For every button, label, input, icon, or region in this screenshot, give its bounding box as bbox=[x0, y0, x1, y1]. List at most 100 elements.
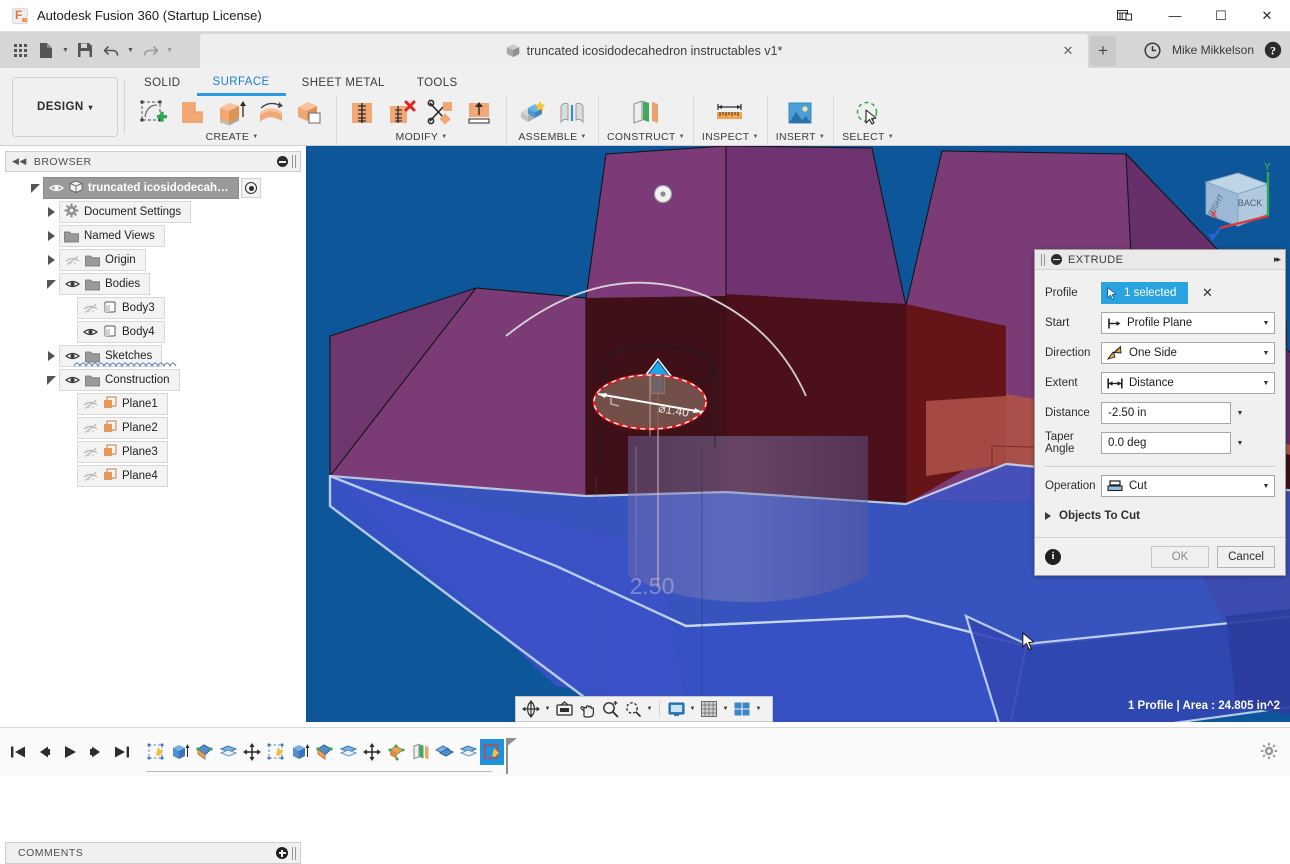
step-forward-button[interactable] bbox=[84, 739, 108, 765]
look-at-icon[interactable] bbox=[553, 698, 575, 720]
tree-item-construction[interactable]: Construction bbox=[59, 369, 180, 391]
undo-icon[interactable] bbox=[99, 37, 123, 63]
visibility-hidden-icon[interactable] bbox=[64, 253, 80, 267]
create-caret-icon[interactable]: ▼ bbox=[252, 134, 258, 140]
tree-item-body3[interactable]: Body3 bbox=[77, 297, 165, 319]
ribbon-tab-solid[interactable]: SOLID bbox=[128, 70, 197, 96]
undo-caret-icon[interactable]: ▼ bbox=[125, 37, 136, 63]
viewports-caret-icon[interactable]: ▼ bbox=[754, 698, 763, 720]
tree-row-body4[interactable]: Body4 bbox=[5, 320, 301, 344]
tree-row-construction[interactable]: Construction bbox=[5, 368, 301, 392]
ribbon-tab-sheet-metal[interactable]: SHEET METAL bbox=[286, 70, 401, 96]
timeline-feature-offset-3[interactable] bbox=[456, 739, 480, 765]
twisty-open-icon[interactable] bbox=[43, 368, 59, 392]
profile-clear-icon[interactable]: ✕ bbox=[1196, 282, 1218, 304]
tree-item-plane2[interactable]: Plane2 bbox=[77, 417, 168, 439]
inspect-caret-icon[interactable]: ▼ bbox=[752, 134, 758, 140]
tree-item-body4[interactable]: Body4 bbox=[77, 321, 165, 343]
view-cube[interactable]: BACK RIGHT X Y bbox=[1190, 156, 1280, 246]
activate-component-radio[interactable] bbox=[241, 178, 261, 198]
extrude-dialog-header[interactable]: EXTRUDE ▸▸ bbox=[1035, 250, 1285, 270]
tree-row-origin[interactable]: Origin bbox=[5, 248, 301, 272]
loft-icon[interactable] bbox=[253, 96, 289, 130]
visibility-eye-icon[interactable] bbox=[82, 325, 98, 339]
create-sketch-icon[interactable] bbox=[136, 96, 172, 130]
tree-row-sketches[interactable]: Sketches bbox=[5, 344, 301, 368]
minimize-button[interactable]: — bbox=[1152, 0, 1198, 32]
display-settings-caret-icon[interactable]: ▼ bbox=[688, 698, 697, 720]
tree-item-plane4[interactable]: Plane4 bbox=[77, 465, 168, 487]
visibility-hidden-icon[interactable] bbox=[82, 421, 98, 435]
construct-caret-icon[interactable]: ▼ bbox=[679, 134, 685, 140]
extrude-icon[interactable] bbox=[214, 96, 250, 130]
browser-resize-grip[interactable] bbox=[292, 155, 296, 168]
twisty-open-icon[interactable] bbox=[43, 272, 59, 296]
timeline-feature-sketch-1[interactable] bbox=[144, 739, 168, 765]
grid-snaps-icon[interactable] bbox=[698, 698, 720, 720]
pan-icon[interactable] bbox=[576, 698, 598, 720]
go-to-beginning-button[interactable] bbox=[6, 739, 30, 765]
tree-item-plane1[interactable]: Plane1 bbox=[77, 393, 168, 415]
cancel-button[interactable]: Cancel bbox=[1217, 546, 1275, 568]
tree-row-named-views[interactable]: Named Views bbox=[5, 224, 301, 248]
restore-app-icon[interactable] bbox=[1096, 0, 1152, 32]
assemble-caret-icon[interactable]: ▼ bbox=[580, 134, 586, 140]
redo-caret-icon[interactable]: ▼ bbox=[164, 37, 175, 63]
distance-input[interactable]: -2.50 in bbox=[1101, 402, 1231, 424]
new-component-icon[interactable] bbox=[515, 96, 551, 130]
visibility-hidden-icon[interactable] bbox=[82, 445, 98, 459]
tree-row-bodies[interactable]: Bodies bbox=[5, 272, 301, 296]
add-comment-icon[interactable] bbox=[276, 847, 288, 859]
timeline-feature-offset-1[interactable] bbox=[216, 739, 240, 765]
offset-icon[interactable] bbox=[462, 96, 498, 130]
visibility-eye-icon[interactable] bbox=[64, 277, 80, 291]
timeline-feature-extrude-2[interactable] bbox=[288, 739, 312, 765]
visibility-hidden-icon[interactable] bbox=[82, 469, 98, 483]
visibility-hidden-icon[interactable] bbox=[82, 301, 98, 315]
tree-row-plane4[interactable]: Plane4 bbox=[5, 464, 301, 488]
orbit-icon[interactable] bbox=[520, 698, 542, 720]
offset-plane-icon[interactable] bbox=[628, 96, 664, 130]
tree-item-document-settings[interactable]: Document Settings bbox=[59, 201, 191, 223]
grid-snaps-caret-icon[interactable]: ▼ bbox=[721, 698, 730, 720]
comments-resize-grip[interactable] bbox=[292, 847, 296, 860]
ribbon-tab-surface[interactable]: SURFACE bbox=[197, 70, 286, 96]
tree-row-root[interactable]: truncated icosidodecahedroi... bbox=[5, 176, 301, 200]
dialog-expand-icon[interactable]: ▸▸ bbox=[1274, 254, 1279, 265]
twisty-open-icon[interactable] bbox=[27, 176, 43, 200]
tree-item-origin[interactable]: Origin bbox=[59, 249, 146, 271]
profile-select-button[interactable]: 1 selected bbox=[1101, 282, 1188, 304]
comments-panel-header[interactable]: COMMENTS bbox=[5, 842, 301, 864]
dialog-collapse-icon[interactable] bbox=[1051, 254, 1062, 265]
twisty-closed-icon[interactable] bbox=[43, 224, 59, 248]
timeline-feature-patch-1[interactable] bbox=[192, 739, 216, 765]
stitch-icon[interactable] bbox=[345, 96, 381, 130]
zoom-icon[interactable] bbox=[599, 698, 621, 720]
tree-item-named-views[interactable]: Named Views bbox=[59, 225, 165, 247]
user-name-label[interactable]: Mike Mikkelson bbox=[1172, 43, 1254, 57]
new-tab-button[interactable]: + bbox=[1090, 36, 1116, 66]
help-icon[interactable]: ? bbox=[1264, 41, 1282, 59]
maximize-button[interactable]: ☐ bbox=[1198, 0, 1244, 32]
insert-caret-icon[interactable]: ▼ bbox=[819, 134, 825, 140]
tree-item-plane3[interactable]: Plane3 bbox=[77, 441, 168, 463]
tree-item-sketches[interactable]: Sketches bbox=[59, 345, 162, 367]
tree-item-bodies[interactable]: Bodies bbox=[59, 273, 150, 295]
twisty-closed-icon[interactable] bbox=[43, 200, 59, 224]
go-to-end-button[interactable] bbox=[110, 739, 134, 765]
objects-to-cut-section[interactable]: Objects To Cut bbox=[1045, 503, 1275, 529]
info-icon[interactable]: i bbox=[1045, 549, 1061, 565]
browser-collapse-icon[interactable]: ◀◀ bbox=[12, 156, 27, 167]
direction-caret-icon[interactable]: ▼ bbox=[1258, 343, 1274, 363]
timeline-feature-extrude-current[interactable] bbox=[480, 739, 504, 765]
viewports-icon[interactable] bbox=[731, 698, 753, 720]
browser-minimize-icon[interactable] bbox=[277, 156, 288, 167]
zoom-window-caret-icon[interactable]: ▼ bbox=[645, 698, 654, 720]
step-back-button[interactable] bbox=[32, 739, 56, 765]
tree-row-document-settings[interactable]: Document Settings bbox=[5, 200, 301, 224]
redo-icon[interactable] bbox=[138, 37, 162, 63]
visibility-hidden-icon[interactable] bbox=[82, 397, 98, 411]
joint-icon[interactable] bbox=[554, 96, 590, 130]
app-grid-icon[interactable] bbox=[8, 37, 32, 63]
display-settings-icon[interactable] bbox=[665, 698, 687, 720]
